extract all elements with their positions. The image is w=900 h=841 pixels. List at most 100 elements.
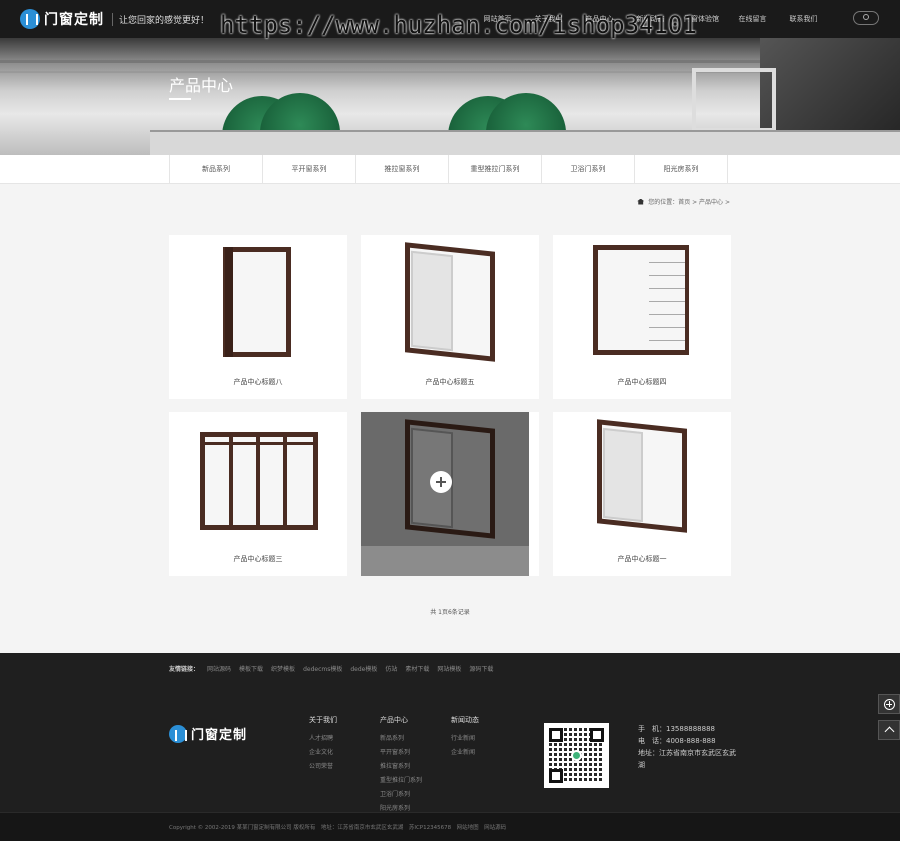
column-heading[interactable]: 新闻动态	[451, 715, 479, 725]
column-link[interactable]: 人才招聘	[309, 733, 337, 742]
copyright-text: Copyright © 2002-2019 某某门窗定制有限公司 版权所有 地址…	[169, 825, 507, 831]
page-banner: 产品中心	[0, 38, 900, 155]
column-link[interactable]: 平开窗系列	[380, 747, 422, 756]
logo-icon	[169, 724, 187, 743]
watermark-text: https://www.huzhan.com/ishop34101	[220, 11, 697, 39]
column-link[interactable]: 行业新闻	[451, 733, 479, 742]
footer-column-products: 产品中心 新品系列 平开窗系列 推拉窗系列 重型推拉门系列 卫浴门系列 阳光房系…	[380, 715, 422, 817]
category-tab[interactable]: 卫浴门系列	[542, 155, 635, 184]
logo-text: 门窗定制	[191, 728, 248, 743]
category-tab[interactable]: 推拉窗系列	[356, 155, 449, 184]
category-tab[interactable]: 平开窗系列	[263, 155, 356, 184]
column-link[interactable]: 卫浴门系列	[380, 789, 422, 798]
product-image[interactable]	[169, 412, 347, 546]
breadcrumb: 您的位置：首页 > 产品中心 >	[637, 197, 730, 206]
page-title: 产品中心	[169, 76, 234, 95]
plus-circle-icon	[884, 699, 895, 710]
column-heading[interactable]: 产品中心	[380, 715, 422, 725]
window-mullion	[229, 437, 233, 525]
logo-icon	[20, 9, 40, 29]
friend-link[interactable]: dede模板	[350, 664, 377, 673]
site-footer: 友情链接： 网站源码 模板下载 织梦模板 dedecms模板 dede模板 仿站…	[0, 653, 900, 841]
product-card-hovered[interactable]	[361, 412, 539, 576]
product-title[interactable]: 产品中心标题五	[361, 377, 539, 387]
nav-contact[interactable]: 联系我们	[778, 0, 829, 38]
home-icon	[637, 198, 645, 205]
contact-address: 地址：江苏省南京市玄武区玄武湖	[638, 749, 736, 769]
footer-column-news: 新闻动态 行业新闻 企业新闻	[451, 715, 479, 761]
column-link[interactable]: 新品系列	[380, 733, 422, 742]
search-icon	[863, 14, 869, 20]
column-link[interactable]: 重型推拉门系列	[380, 775, 422, 784]
window-sash	[411, 250, 453, 352]
product-image[interactable]	[553, 412, 731, 546]
window-rail	[205, 442, 313, 445]
friend-link[interactable]: 模板下载	[239, 664, 263, 673]
card-edge	[529, 412, 539, 576]
column-link[interactable]: 推拉窗系列	[380, 761, 422, 770]
friend-link[interactable]: 织梦模板	[271, 664, 295, 673]
contact-mobile: 手 机：13588888888	[638, 725, 715, 733]
side-add-button[interactable]	[878, 694, 900, 714]
zoom-plus-icon[interactable]	[430, 471, 452, 493]
product-image[interactable]	[169, 235, 347, 369]
window-frame	[223, 247, 291, 357]
product-title[interactable]: 产品中心标题四	[553, 377, 731, 387]
nav-message[interactable]: 在线留言	[727, 0, 778, 38]
category-tab[interactable]: 重型推拉门系列	[449, 155, 542, 184]
qr-finder	[590, 728, 604, 742]
window-mullion	[256, 437, 260, 525]
copyright-bar: Copyright © 2002-2019 某某门窗定制有限公司 版权所有 地址…	[0, 812, 900, 841]
window-sash	[603, 427, 643, 523]
product-card[interactable]: 产品中心标题四	[553, 235, 731, 399]
friend-link[interactable]: 网站模板	[437, 664, 461, 673]
column-link[interactable]: 公司荣誉	[309, 761, 337, 770]
footer-column-about: 关于我们 人才招聘 企业文化 公司荣誉	[309, 715, 337, 775]
contact-phone: 电 话：4008-888-888	[638, 737, 716, 745]
chevron-up-icon	[884, 726, 895, 737]
column-heading[interactable]: 关于我们	[309, 715, 337, 725]
title-underline	[169, 98, 191, 100]
window-hinge	[225, 247, 233, 357]
friend-link[interactable]: 源码下载	[469, 664, 493, 673]
product-title[interactable]: 产品中心标题一	[553, 554, 731, 564]
column-link[interactable]: 企业文化	[309, 747, 337, 756]
product-title[interactable]: 产品中心标题三	[169, 554, 347, 564]
qr-finder	[549, 769, 563, 783]
product-image[interactable]	[553, 235, 731, 369]
slogan: 让您回家的感觉更好！	[112, 13, 209, 26]
back-to-top-button[interactable]	[878, 720, 900, 740]
product-card[interactable]: 产品中心标题三	[169, 412, 347, 576]
contact-info: 手 机：13588888888 电 话：4008-888-888 地址：江苏省南…	[638, 723, 738, 771]
product-card[interactable]: 产品中心标题一	[553, 412, 731, 576]
product-title[interactable]: 产品中心标题八	[169, 377, 347, 387]
banner-track	[150, 130, 900, 155]
footer-logo[interactable]: 门窗定制	[169, 724, 247, 743]
window-screen	[649, 250, 685, 350]
friend-link[interactable]: 网站源码	[207, 664, 231, 673]
product-image[interactable]	[361, 235, 539, 369]
qr-code	[544, 723, 609, 788]
product-card[interactable]: 产品中心标题八	[169, 235, 347, 399]
breadcrumb-text[interactable]: 您的位置：首页 > 产品中心 >	[648, 197, 730, 206]
banner-frame	[692, 68, 776, 132]
category-tab[interactable]: 阳光房系列	[635, 155, 728, 184]
category-tab[interactable]: 新品系列	[170, 155, 263, 184]
pagination-info: 共 1页6条记录	[430, 609, 470, 616]
search-button[interactable]	[853, 11, 879, 25]
product-card[interactable]: 产品中心标题五	[361, 235, 539, 399]
hover-overlay	[361, 546, 529, 576]
qr-finder	[549, 728, 563, 742]
site-logo[interactable]: 门窗定制	[20, 9, 104, 29]
friend-link[interactable]: 仿站	[385, 664, 397, 673]
logo-text: 门窗定制	[44, 12, 104, 28]
friend-link[interactable]: 素材下载	[405, 664, 429, 673]
friend-links: 友情链接： 网站源码 模板下载 织梦模板 dedecms模板 dede模板 仿站…	[169, 664, 493, 673]
qr-center-icon	[571, 750, 582, 761]
category-nav: 新品系列 平开窗系列 推拉窗系列 重型推拉门系列 卫浴门系列 阳光房系列	[0, 155, 900, 184]
friend-link[interactable]: dedecms模板	[303, 664, 342, 673]
friend-links-label: 友情链接：	[169, 666, 200, 673]
column-link[interactable]: 阳光房系列	[380, 803, 422, 812]
window-mullion	[283, 437, 287, 525]
column-link[interactable]: 企业新闻	[451, 747, 479, 756]
